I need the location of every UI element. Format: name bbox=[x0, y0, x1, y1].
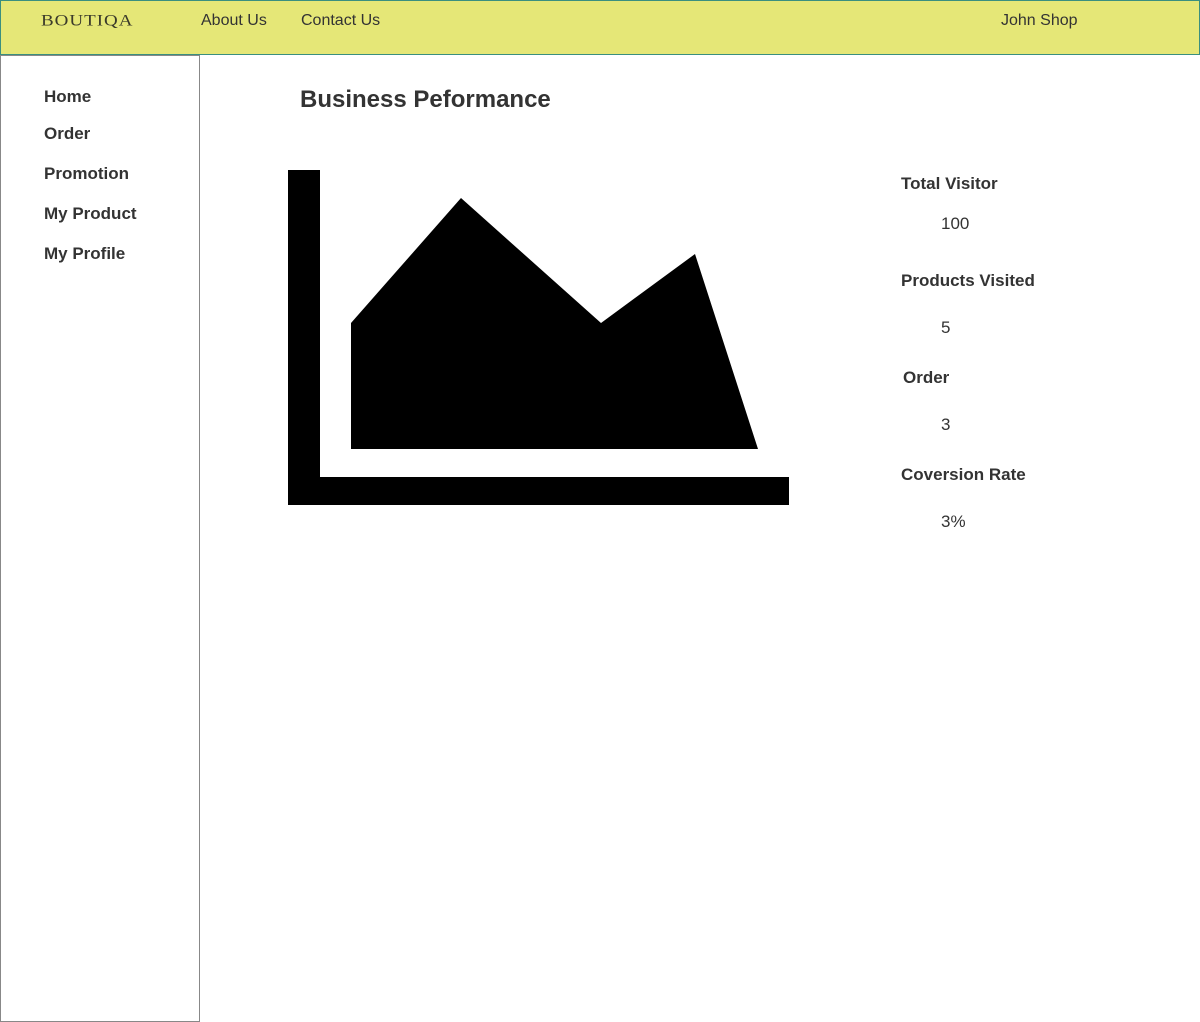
chart-icon-y-axis bbox=[288, 170, 320, 505]
sidebar-item-my-product[interactable]: My Product bbox=[44, 204, 137, 224]
stat-label-products-visited: Products Visited bbox=[901, 271, 1035, 290]
sidebar-item-home[interactable]: Home bbox=[44, 87, 91, 107]
sidebar-item-order[interactable]: Order bbox=[44, 124, 90, 144]
top-navbar: BOUTIQA About Us Contact Us John Shop bbox=[0, 0, 1200, 55]
area-chart-icon bbox=[288, 170, 789, 505]
stat-label-total-visitor: Total Visitor bbox=[901, 174, 998, 193]
contact-us-link[interactable]: Contact Us bbox=[301, 12, 380, 30]
page-title: Business Peformance bbox=[300, 86, 551, 113]
stat-label-conversion-rate: Coversion Rate bbox=[901, 465, 1026, 484]
chart-icon-area bbox=[351, 198, 758, 449]
sidebar: Home Order Promotion My Product My Profi… bbox=[0, 55, 200, 1022]
chart-icon-x-axis bbox=[288, 477, 789, 505]
stat-value-total-visitor: 100 bbox=[941, 214, 970, 233]
sidebar-item-promotion[interactable]: Promotion bbox=[44, 164, 129, 184]
about-us-link[interactable]: About Us bbox=[201, 12, 267, 30]
stat-value-order: 3 bbox=[941, 415, 951, 434]
sidebar-item-my-profile[interactable]: My Profile bbox=[44, 244, 125, 264]
stat-value-conversion-rate: 3% bbox=[941, 512, 966, 531]
stat-value-products-visited: 5 bbox=[941, 318, 951, 337]
user-menu[interactable]: John Shop bbox=[1001, 12, 1078, 30]
logo[interactable]: BOUTIQA bbox=[41, 12, 134, 31]
stat-label-order: Order bbox=[903, 368, 950, 387]
